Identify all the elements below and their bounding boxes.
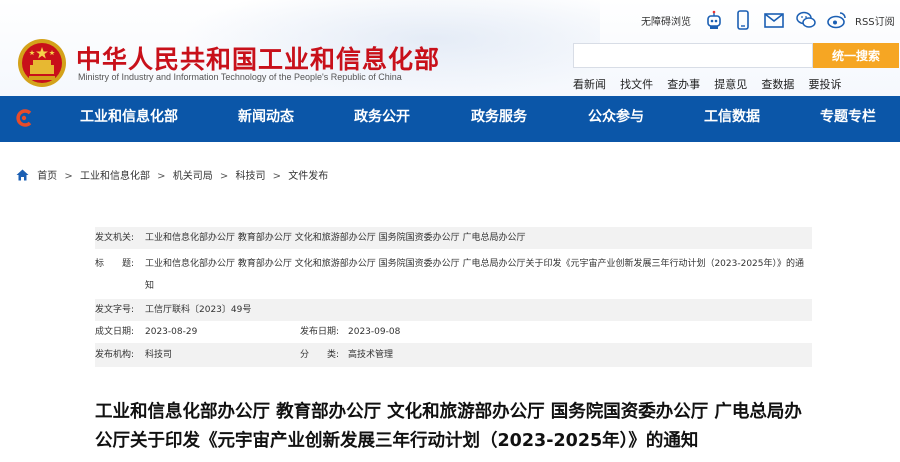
robot-icon[interactable] (703, 9, 725, 31)
nav-item-gov-affairs[interactable]: 政务公开 (338, 96, 426, 142)
rss-link[interactable]: RSS订阅 (855, 13, 895, 28)
breadcrumb-departments[interactable]: 机关司局 (173, 167, 213, 182)
quick-link-news[interactable]: 看新闻 (573, 76, 606, 92)
publisher-label: 发布机构: (95, 350, 135, 360)
title-label: 标 题: (95, 259, 135, 269)
site-subtitle: Ministry of Industry and Information Tec… (78, 72, 402, 82)
breadcrumb-tech-dept[interactable]: 科技司 (235, 167, 265, 182)
mobile-icon[interactable] (732, 9, 754, 31)
breadcrumb-documents[interactable]: 文件发布 (288, 167, 328, 182)
info-row-publisher: 发布机构: 科技司 分 类: 高技术管理 (95, 343, 812, 367)
nav-item-miit[interactable]: 工业和信息化部 (70, 96, 188, 142)
created-date-label: 成文日期: (95, 327, 135, 337)
created-date-value: 2023-08-29 (145, 327, 198, 337)
nav-item-topics[interactable]: 专题专栏 (804, 96, 892, 142)
breadcrumb-separator: > (157, 171, 166, 182)
doc-number-label: 发文字号: (95, 305, 135, 315)
site-title[interactable]: 中华人民共和国工业和信息化部 (76, 40, 440, 76)
breadcrumb-separator: > (64, 171, 73, 182)
quick-link-feedback[interactable]: 提意见 (714, 76, 747, 92)
breadcrumb-miit[interactable]: 工业和信息化部 (80, 167, 150, 182)
nav-logo-icon[interactable] (14, 108, 34, 128)
nav-item-news[interactable]: 新闻动态 (222, 96, 310, 142)
quick-links: 看新闻 找文件 查办事 提意见 查数据 要投诉 (573, 73, 850, 92)
home-icon (16, 169, 29, 181)
info-row-title: 标 题: 工业和信息化部办公厅 教育部办公厅 文化和旅游部办公厅 国务院国资委办… (95, 249, 812, 299)
search-button[interactable]: 统一搜索 (813, 43, 899, 68)
nav-item-participation[interactable]: 公众参与 (572, 96, 660, 142)
breadcrumb-separator: > (219, 171, 229, 182)
weibo-icon[interactable] (826, 9, 848, 31)
search-input[interactable] (573, 43, 813, 68)
wechat-icon[interactable] (795, 9, 817, 31)
issuer-value: 工业和信息化部办公厅 教育部办公厅 文化和旅游部办公厅 国务院国资委办公厅 广电… (145, 233, 526, 243)
nav-item-data[interactable]: 工信数据 (688, 96, 776, 142)
breadcrumb: 首页 > 工业和信息化部 > 机关司局 > 科技司 > 文件发布 (16, 167, 328, 183)
quick-link-complaint[interactable]: 要投诉 (808, 76, 841, 92)
category-label: 分 类: (300, 350, 340, 360)
quick-link-files[interactable]: 找文件 (620, 76, 653, 92)
category-value: 高技术管理 (348, 350, 394, 360)
publisher-value: 科技司 (145, 350, 173, 360)
info-row-dates: 成文日期: 2023-08-29 发布日期: 2023-09-08 (95, 321, 812, 343)
article-title: 工业和信息化部办公厅 教育部办公厅 文化和旅游部办公厅 国务院国资委办公厅 广电… (95, 402, 802, 451)
document-info-table: 发文机关: 工业和信息化部办公厅 教育部办公厅 文化和旅游部办公厅 国务院国资委… (95, 227, 812, 370)
top-toolbar: 无障碍浏览 RSS订阅 (0, 8, 900, 32)
doc-number-value: 工信厅联科〔2023〕49号 (145, 305, 252, 315)
published-date-value: 2023-09-08 (348, 327, 401, 337)
quick-link-data[interactable]: 查数据 (761, 76, 794, 92)
main-nav: 工业和信息化部 新闻动态 政务公开 政务服务 公众参与 工信数据 专题专栏 (0, 96, 900, 142)
published-date-label: 发布日期: (300, 327, 340, 337)
info-row-issuer: 发文机关: 工业和信息化部办公厅 教育部办公厅 文化和旅游部办公厅 国务院国资委… (95, 227, 812, 249)
issuer-label: 发文机关: (95, 233, 135, 243)
site-header: 中华人民共和国工业和信息化部 Ministry of Industry and … (0, 0, 900, 96)
breadcrumb-separator: > (272, 171, 282, 182)
emblem-icon[interactable] (17, 38, 67, 88)
accessibility-link[interactable]: 无障碍浏览 (641, 13, 691, 28)
nav-item-gov-services[interactable]: 政务服务 (455, 96, 543, 142)
info-row-doc-number: 发文字号: 工信厅联科〔2023〕49号 (95, 299, 812, 321)
mail-icon[interactable] (763, 9, 785, 31)
breadcrumb-home[interactable]: 首页 (37, 167, 57, 182)
title-value: 工业和信息化部办公厅 教育部办公厅 文化和旅游部办公厅 国务院国资委办公厅 广电… (145, 259, 805, 291)
quick-link-services[interactable]: 查办事 (667, 76, 700, 92)
